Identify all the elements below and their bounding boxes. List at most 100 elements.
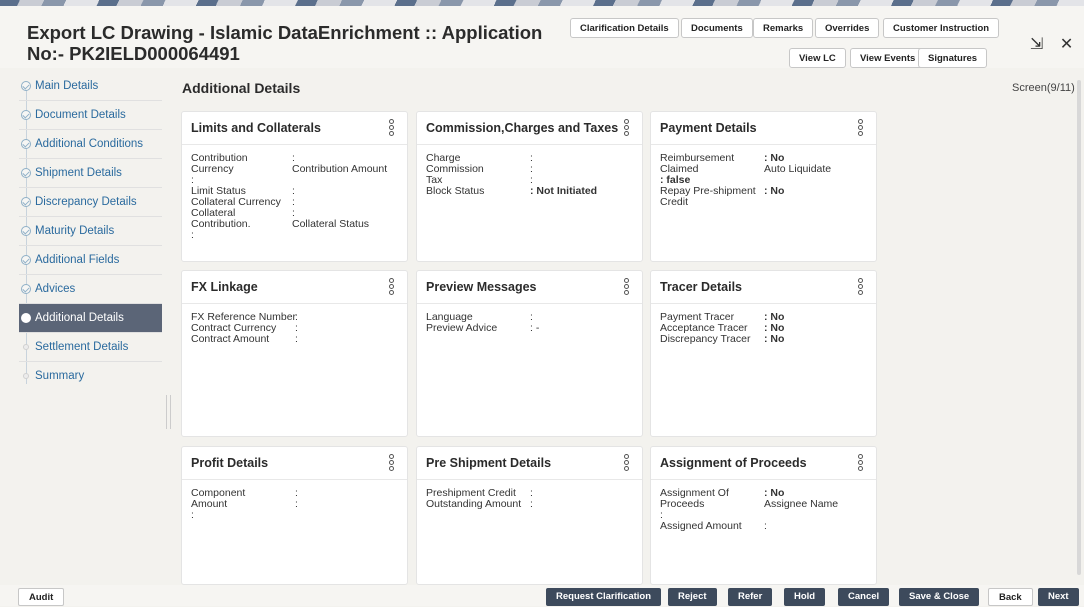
card-limits-collaterals: Limits and Collaterals Contribution : Cu… (181, 111, 408, 262)
field-colon: : (530, 498, 533, 510)
card-body: FX Reference Number : Contract Currency … (182, 304, 407, 345)
card-fx-linkage: FX Linkage FX Reference Number : Contrac… (181, 270, 408, 437)
field-colon: : (191, 229, 194, 241)
card-title: Limits and Collaterals (182, 112, 407, 145)
sidebar-resize-handle[interactable] (166, 395, 171, 429)
card-title: Commission,Charges and Taxes (417, 112, 642, 145)
page-header-title: Export LC Drawing - Islamic DataEnrichme… (27, 22, 542, 64)
sidebar-item-additional-fields[interactable]: Additional Fields (19, 246, 162, 275)
remarks-button[interactable]: Remarks (753, 18, 814, 38)
documents-button[interactable]: Documents (681, 18, 753, 38)
field-value: : No (764, 333, 785, 345)
field-label: Block Status (426, 185, 485, 197)
clarification-details-button[interactable]: Clarification Details (570, 18, 679, 38)
sidebar-nav: Main Details Document Details Additional… (19, 72, 162, 582)
cancel-button[interactable]: Cancel (838, 588, 890, 606)
sidebar-item-advices[interactable]: Advices (19, 275, 162, 304)
screen-indicator: Screen(9/11) (1012, 82, 1075, 94)
request-clarification-button[interactable]: Request Clarification (546, 588, 662, 606)
audit-button[interactable]: Audit (18, 588, 65, 606)
card-payment-details: Payment Details Reimbursement : No Claim… (650, 111, 877, 262)
field-label: Contribution Amount (292, 163, 388, 175)
view-events-button[interactable]: View Events (850, 48, 926, 68)
kebab-menu-icon[interactable] (858, 119, 863, 137)
card-title: Preview Messages (417, 271, 642, 304)
field-label: Collateral Status (292, 218, 370, 230)
field-colon: : (764, 520, 767, 532)
field-label: Outstanding Amount (426, 498, 522, 510)
customer-instruction-button[interactable]: Customer Instruction (883, 18, 1000, 38)
field-colon: : (191, 509, 194, 521)
pending-step-icon (23, 373, 29, 379)
field-label: Contract Amount (191, 333, 270, 345)
card-title: Assignment of Proceeds (651, 447, 876, 480)
view-lc-button[interactable]: View LC (789, 48, 846, 68)
field-label: Assignee Name (764, 498, 839, 510)
title-line-2: No:- PK2IELD000064491 (27, 43, 240, 64)
field-value: : No (764, 185, 785, 197)
card-tracer-details: Tracer Details Payment Tracer : No Accep… (650, 270, 877, 437)
kebab-menu-icon[interactable] (389, 454, 394, 472)
field-label: Assigned Amount (660, 520, 742, 532)
field-label: Contribution. (191, 218, 251, 230)
sidebar-item-maturity-details[interactable]: Maturity Details (19, 217, 162, 246)
card-body: Assignment Of : No Proceeds Assignee Nam… (651, 480, 876, 532)
check-circle-icon (21, 168, 31, 178)
card-pre-shipment-details: Pre Shipment Details Preshipment Credit … (416, 446, 643, 585)
field-label: Proceeds (660, 498, 705, 510)
field-value: : Not Initiated (530, 185, 598, 197)
next-button[interactable]: Next (1038, 588, 1079, 606)
field-colon: : (295, 498, 298, 510)
card-assignment-of-proceeds: Assignment of Proceeds Assignment Of : N… (650, 446, 877, 585)
kebab-menu-icon[interactable] (624, 119, 629, 137)
sidebar-item-main-details[interactable]: Main Details (19, 72, 162, 101)
field-label: Discrepancy Tracer (660, 333, 751, 345)
card-body: Payment Tracer : No Acceptance Tracer : … (651, 304, 876, 345)
save-close-button[interactable]: Save & Close (899, 588, 980, 606)
card-body: Charge : Commission : Tax : Block Status… (417, 145, 642, 197)
field-label: Credit (660, 196, 689, 208)
card-body: Reimbursement : No Claimed Auto Liquidat… (651, 145, 876, 208)
sidebar-item-shipment-details[interactable]: Shipment Details (19, 159, 162, 188)
card-body: Language : Preview Advice : - (417, 304, 642, 334)
card-body: Preshipment Credit : Outstanding Amount … (417, 480, 642, 510)
header: Export LC Drawing - Islamic DataEnrichme… (0, 6, 1084, 68)
sidebar-item-document-details[interactable]: Document Details (19, 101, 162, 130)
window-controls[interactable]: ⇲ ✕ (1030, 34, 1079, 54)
sidebar-item-discrepancy-details[interactable]: Discrepancy Details (19, 188, 162, 217)
card-title: Pre Shipment Details (417, 447, 642, 480)
kebab-menu-icon[interactable] (389, 278, 394, 296)
sidebar-item-additional-details[interactable]: Additional Details (19, 304, 162, 333)
kebab-menu-icon[interactable] (624, 278, 629, 296)
back-button[interactable]: Back (988, 588, 1033, 606)
overrides-button[interactable]: Overrides (815, 18, 880, 38)
field-label: Auto Liquidate (764, 163, 832, 175)
kebab-menu-icon[interactable] (389, 119, 394, 137)
card-title: Payment Details (651, 112, 876, 145)
sidebar-item-additional-conditions[interactable]: Additional Conditions (19, 130, 162, 159)
card-profit-details: Profit Details Component : Amount : : (181, 446, 408, 585)
sidebar-item-settlement-details[interactable]: Settlement Details (19, 333, 162, 362)
card-title: FX Linkage (182, 271, 407, 304)
signatures-button[interactable]: Signatures (918, 48, 988, 68)
field-value: : - (530, 322, 540, 334)
hold-button[interactable]: Hold (784, 588, 826, 606)
pending-step-icon (23, 344, 29, 350)
check-circle-icon (21, 139, 31, 149)
card-body: Contribution : Currency Contribution Amo… (182, 145, 407, 241)
page-title: Additional Details (182, 80, 301, 96)
main-scrollbar[interactable] (1077, 72, 1081, 582)
kebab-menu-icon[interactable] (624, 454, 629, 472)
kebab-menu-icon[interactable] (858, 454, 863, 472)
kebab-menu-icon[interactable] (858, 278, 863, 296)
refer-button[interactable]: Refer (728, 588, 773, 606)
title-line-1: Export LC Drawing - Islamic DataEnrichme… (27, 22, 543, 43)
check-circle-icon (21, 110, 31, 120)
card-preview-messages: Preview Messages Language : Preview Advi… (416, 270, 643, 437)
card-commission-charges-taxes: Commission,Charges and Taxes Charge : Co… (416, 111, 643, 262)
footer-action-bar: Audit Request Clarification Reject Refer… (0, 585, 1084, 606)
card-title: Tracer Details (651, 271, 876, 304)
check-circle-icon (21, 81, 31, 91)
reject-button[interactable]: Reject (668, 588, 717, 606)
sidebar-item-summary[interactable]: Summary (19, 362, 162, 391)
